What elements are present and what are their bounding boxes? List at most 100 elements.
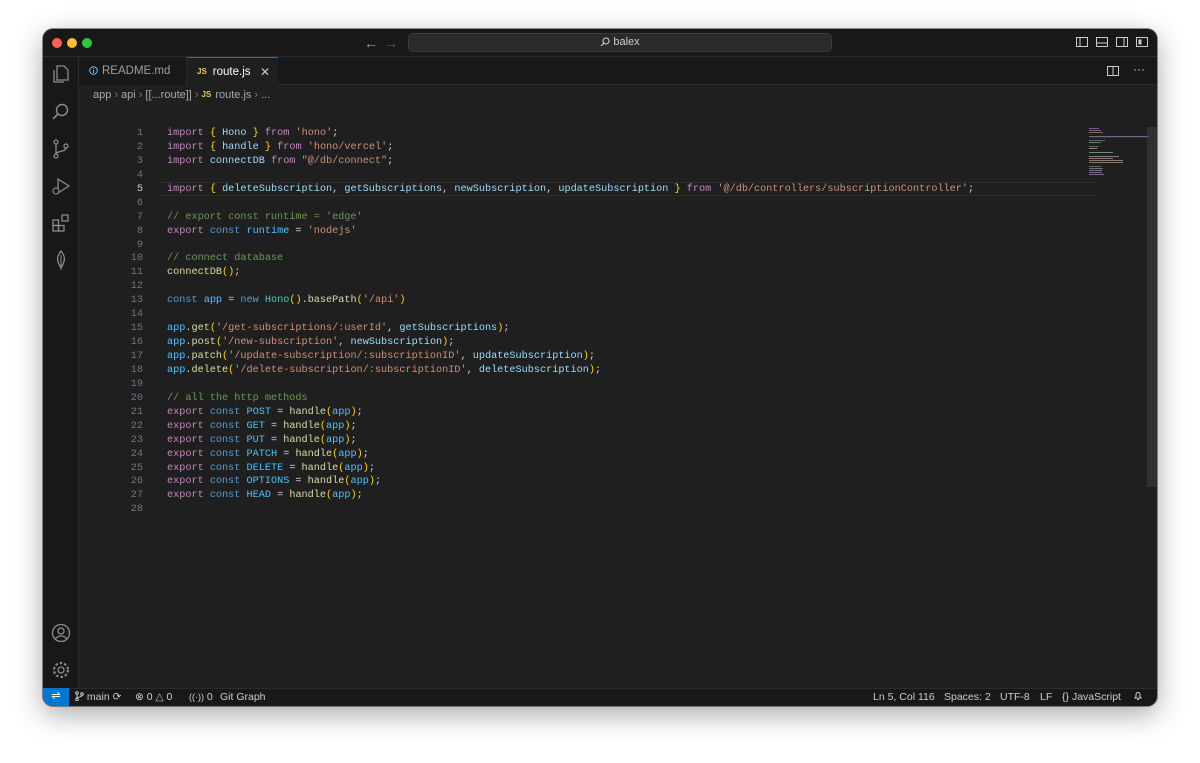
forward-arrow-icon[interactable]: → — [383, 35, 399, 51]
line-text: import { Hono } from 'hono'; — [167, 128, 339, 139]
code-line[interactable]: 22 export const GET = handle(app); — [79, 420, 1089, 434]
code-line[interactable]: 5 import { deleteSubscription, getSubscri… — [79, 181, 1097, 197]
problems-status[interactable]: ⊗ 0 △ 0 — [135, 689, 172, 706]
code-line[interactable]: 18 app.delete('/delete-subscription/:subs… — [79, 364, 1089, 378]
line-text: // export const runtime = 'edge' — [167, 211, 363, 223]
code-line[interactable]: 9 — [79, 239, 1089, 253]
code-line[interactable]: 21 export const POST = handle(app); — [79, 406, 1089, 420]
sync-icon[interactable]: ⟳ — [113, 691, 122, 703]
tab-readme[interactable]: README.md — [79, 57, 187, 85]
code-editor[interactable]: 1 import { Hono } from 'hono'; 2 import { h… — [79, 127, 1097, 517]
ports-count: 0 — [206, 691, 213, 703]
tab-route-js[interactable]: JS route.js ✕ — [187, 57, 278, 85]
line-number: 19 — [130, 378, 143, 390]
code-line[interactable]: 11 connectDB(); — [79, 266, 1089, 280]
remote-indicator-icon[interactable]: ⇌ — [43, 688, 69, 706]
warning-icon: △ — [155, 691, 164, 703]
code-line[interactable]: 8 export const runtime = 'nodejs' — [79, 225, 1089, 239]
bell-icon[interactable] — [1133, 689, 1143, 706]
code-line[interactable]: 1 import { Hono } from 'hono'; — [79, 127, 1089, 141]
code-line[interactable]: 19 — [79, 378, 1089, 392]
line-number: 14 — [130, 309, 143, 321]
code-line[interactable]: 28 — [79, 503, 1089, 517]
breadcrumb-item[interactable]: app — [93, 89, 111, 101]
line-text: // all the http methods — [167, 392, 308, 404]
code-line[interactable]: 14 — [79, 308, 1089, 322]
accounts-icon[interactable] — [50, 622, 72, 644]
cursor-position[interactable]: Ln 5, Col 116 — [873, 689, 935, 706]
tab-bar: README.md JS route.js ✕ ··· — [79, 57, 1157, 85]
language-mode[interactable]: {} JavaScript — [1062, 689, 1121, 706]
breadcrumb-item[interactable]: ... — [261, 89, 270, 101]
code-line[interactable]: 17 app.patch('/update-subscription/:subsc… — [79, 350, 1089, 364]
encoding-status[interactable]: UTF-8 — [1000, 689, 1030, 706]
code-line[interactable]: 7 // export const runtime = 'edge' — [79, 211, 1089, 225]
code-line[interactable]: 13 const app = new Hono().basePath('/api'… — [79, 294, 1089, 308]
broadcast-icon: ((·)) — [189, 692, 204, 702]
code-line[interactable]: 27 export const HEAD = handle(app); — [79, 489, 1089, 503]
line-text: import connectDB from "@/db/connect"; — [167, 155, 394, 167]
close-tab-icon[interactable]: ✕ — [260, 58, 270, 86]
line-text: // connect database — [167, 253, 284, 265]
line-text: app.get('/get-subscriptions/:userId', ge… — [167, 323, 510, 335]
code-line[interactable]: 3 import connectDB from "@/db/connect"; — [79, 155, 1089, 169]
code-line[interactable]: 16 app.post('/new-subscription', newSubsc… — [79, 336, 1089, 350]
toggle-secondary-sidebar-icon[interactable] — [1115, 35, 1129, 49]
code-line[interactable]: 20 // all the http methods — [79, 392, 1089, 406]
customize-layout-icon[interactable] — [1135, 35, 1149, 49]
line-number: 17 — [130, 351, 143, 362]
run-debug-icon[interactable] — [50, 175, 72, 197]
explorer-icon[interactable] — [50, 63, 72, 85]
code-line[interactable]: 2 import { handle } from 'hono/vercel'; — [79, 141, 1089, 155]
source-control-icon[interactable] — [50, 138, 72, 160]
split-editor-icon[interactable] — [1107, 64, 1119, 82]
line-text: connectDB(); — [167, 267, 241, 279]
code-line[interactable]: 4 — [79, 169, 1089, 183]
command-center-search[interactable]: balex — [408, 33, 832, 52]
mongodb-leaf-icon[interactable] — [50, 249, 72, 271]
extensions-icon[interactable] — [50, 212, 72, 234]
search-icon[interactable] — [50, 101, 72, 123]
vertical-scrollbar[interactable] — [1147, 127, 1157, 487]
code-line[interactable]: 10 // connect database — [79, 252, 1089, 266]
code-line[interactable]: 26 export const OPTIONS = handle(app); — [79, 475, 1089, 489]
toggle-panel-icon[interactable] — [1095, 35, 1109, 49]
line-number: 5 — [136, 183, 143, 195]
line-number: 24 — [130, 448, 143, 460]
line-number: 6 — [136, 197, 143, 209]
line-text: export const GET = handle(app); — [167, 420, 357, 432]
line-text: const app = new Hono().basePath('/api') — [167, 295, 406, 307]
breadcrumb-item[interactable]: [[...route]] — [145, 89, 191, 101]
gear-icon[interactable] — [50, 659, 72, 681]
line-number: 2 — [136, 141, 143, 153]
breadcrumb: app › api › [[...route]] › JS route.js ›... — [93, 89, 271, 101]
breadcrumb-item[interactable]: route.js — [215, 89, 251, 101]
git-branch-icon — [75, 691, 84, 702]
indentation-status[interactable]: Spaces: 2 — [944, 689, 991, 706]
eol-status[interactable]: LF — [1040, 689, 1052, 706]
code-line[interactable]: 25 export const DELETE = handle(app); — [79, 462, 1089, 476]
code-line[interactable]: 23 export const PUT = handle(app); — [79, 434, 1089, 448]
maximize-window-button[interactable] — [82, 38, 92, 48]
code-line[interactable]: 24 export const PATCH = handle(app); — [79, 448, 1089, 462]
line-number: 8 — [136, 225, 143, 237]
info-icon — [89, 57, 98, 85]
code-line[interactable]: 6 — [79, 197, 1089, 211]
code-line[interactable]: 15 app.get('/get-subscriptions/:userId', … — [79, 322, 1089, 336]
line-number: 21 — [130, 406, 143, 418]
back-arrow-icon[interactable]: ← — [363, 35, 379, 51]
minimize-window-button[interactable] — [67, 38, 77, 48]
ports-status[interactable]: ((·)) 0 — [189, 689, 213, 706]
js-file-icon: JS — [201, 90, 212, 99]
breadcrumb-item[interactable]: api — [121, 89, 136, 101]
more-actions-icon[interactable]: ··· — [1133, 63, 1145, 82]
toggle-primary-sidebar-icon[interactable] — [1075, 35, 1089, 49]
minimap[interactable] — [1089, 127, 1149, 177]
code-line[interactable]: 12 — [79, 280, 1089, 294]
line-number: 22 — [130, 420, 143, 432]
line-number: 28 — [130, 504, 143, 516]
close-window-button[interactable] — [52, 38, 62, 48]
git-graph-button[interactable]: Git Graph — [220, 689, 266, 706]
branch-status[interactable]: main ⟳ — [75, 689, 121, 706]
line-number: 7 — [136, 211, 143, 223]
